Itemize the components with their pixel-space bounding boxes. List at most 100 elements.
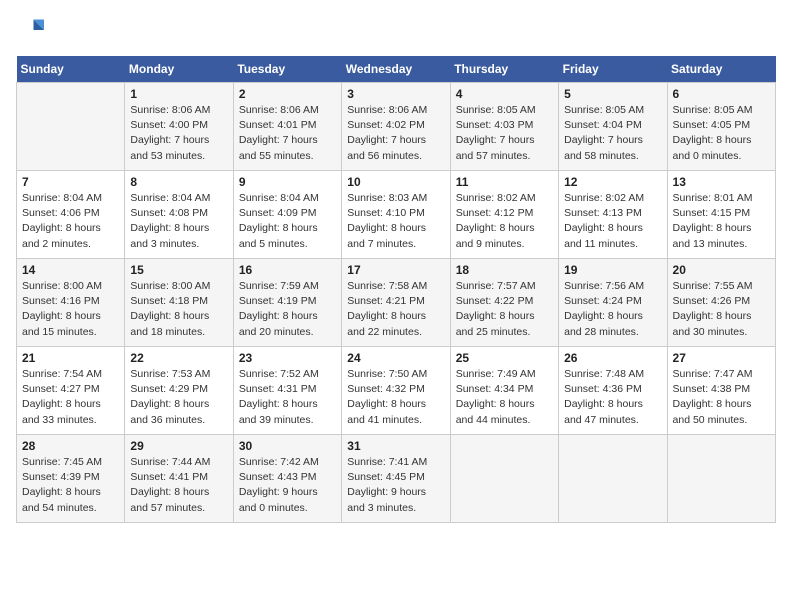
calendar-cell: 11 Sunrise: 8:02 AM Sunset: 4:12 PM Dayli… [450, 171, 558, 259]
day-number: 31 [347, 439, 444, 453]
calendar-cell: 28 Sunrise: 7:45 AM Sunset: 4:39 PM Dayli… [17, 435, 125, 523]
day-number: 2 [239, 87, 336, 101]
day-info: Sunrise: 7:53 AM Sunset: 4:29 PM Dayligh… [130, 367, 227, 428]
day-number: 19 [564, 263, 661, 277]
day-info: Sunrise: 7:56 AM Sunset: 4:24 PM Dayligh… [564, 279, 661, 340]
calendar-cell: 22 Sunrise: 7:53 AM Sunset: 4:29 PM Dayli… [125, 347, 233, 435]
day-info: Sunrise: 8:00 AM Sunset: 4:18 PM Dayligh… [130, 279, 227, 340]
calendar-week-row: 7 Sunrise: 8:04 AM Sunset: 4:06 PM Daylig… [17, 171, 776, 259]
day-info: Sunrise: 8:06 AM Sunset: 4:00 PM Dayligh… [130, 103, 227, 164]
day-number: 14 [22, 263, 119, 277]
day-header-wednesday: Wednesday [342, 56, 450, 83]
calendar-cell: 10 Sunrise: 8:03 AM Sunset: 4:10 PM Dayli… [342, 171, 450, 259]
calendar-cell: 17 Sunrise: 7:58 AM Sunset: 4:21 PM Dayli… [342, 259, 450, 347]
calendar-cell: 23 Sunrise: 7:52 AM Sunset: 4:31 PM Dayli… [233, 347, 341, 435]
day-number: 10 [347, 175, 444, 189]
day-number: 27 [673, 351, 770, 365]
calendar-cell: 24Sunrise: 7:50 AM Sunset: 4:32 PM Dayli… [342, 347, 450, 435]
day-info: Sunrise: 7:47 AM Sunset: 4:38 PM Dayligh… [673, 367, 770, 428]
calendar-cell [559, 435, 667, 523]
day-number: 11 [456, 175, 553, 189]
logo-icon [16, 16, 44, 44]
calendar-week-row: 28 Sunrise: 7:45 AM Sunset: 4:39 PM Dayli… [17, 435, 776, 523]
page-header [16, 16, 776, 44]
day-header-friday: Friday [559, 56, 667, 83]
calendar-cell: 31 Sunrise: 7:41 AM Sunset: 4:45 PM Dayli… [342, 435, 450, 523]
calendar-cell: 14 Sunrise: 8:00 AM Sunset: 4:16 PM Dayli… [17, 259, 125, 347]
day-number: 16 [239, 263, 336, 277]
day-number: 1 [130, 87, 227, 101]
day-info: Sunrise: 8:04 AM Sunset: 4:08 PM Dayligh… [130, 191, 227, 252]
day-info: Sunrise: 8:03 AM Sunset: 4:10 PM Dayligh… [347, 191, 444, 252]
day-info: Sunrise: 8:02 AM Sunset: 4:12 PM Dayligh… [456, 191, 553, 252]
day-info: Sunrise: 7:57 AM Sunset: 4:22 PM Dayligh… [456, 279, 553, 340]
day-info: Sunrise: 7:44 AM Sunset: 4:41 PM Dayligh… [130, 455, 227, 516]
day-info: Sunrise: 8:01 AM Sunset: 4:15 PM Dayligh… [673, 191, 770, 252]
day-number: 6 [673, 87, 770, 101]
calendar-cell: 13 Sunrise: 8:01 AM Sunset: 4:15 PM Dayli… [667, 171, 775, 259]
day-number: 7 [22, 175, 119, 189]
day-info: Sunrise: 7:52 AM Sunset: 4:31 PM Dayligh… [239, 367, 336, 428]
calendar-cell: 15 Sunrise: 8:00 AM Sunset: 4:18 PM Dayli… [125, 259, 233, 347]
day-number: 3 [347, 87, 444, 101]
calendar-header-row: SundayMondayTuesdayWednesdayThursdayFrid… [17, 56, 776, 83]
day-number: 5 [564, 87, 661, 101]
day-info: Sunrise: 7:42 AM Sunset: 4:43 PM Dayligh… [239, 455, 336, 516]
day-header-saturday: Saturday [667, 56, 775, 83]
day-number: 29 [130, 439, 227, 453]
calendar-cell [450, 435, 558, 523]
calendar-week-row: 1 Sunrise: 8:06 AM Sunset: 4:00 PM Daylig… [17, 83, 776, 171]
calendar-cell: 27 Sunrise: 7:47 AM Sunset: 4:38 PM Dayli… [667, 347, 775, 435]
calendar-cell [17, 83, 125, 171]
day-info: Sunrise: 8:00 AM Sunset: 4:16 PM Dayligh… [22, 279, 119, 340]
day-number: 30 [239, 439, 336, 453]
calendar-cell: 18 Sunrise: 7:57 AM Sunset: 4:22 PM Dayli… [450, 259, 558, 347]
calendar-week-row: 21 Sunrise: 7:54 AM Sunset: 4:27 PM Dayli… [17, 347, 776, 435]
day-number: 21 [22, 351, 119, 365]
day-info: Sunrise: 8:05 AM Sunset: 4:03 PM Dayligh… [456, 103, 553, 164]
day-header-monday: Monday [125, 56, 233, 83]
calendar-cell: 9Sunrise: 8:04 AM Sunset: 4:09 PM Daylig… [233, 171, 341, 259]
day-info: Sunrise: 7:41 AM Sunset: 4:45 PM Dayligh… [347, 455, 444, 516]
day-number: 20 [673, 263, 770, 277]
day-info: Sunrise: 7:58 AM Sunset: 4:21 PM Dayligh… [347, 279, 444, 340]
day-info: Sunrise: 7:55 AM Sunset: 4:26 PM Dayligh… [673, 279, 770, 340]
day-info: Sunrise: 8:06 AM Sunset: 4:01 PM Dayligh… [239, 103, 336, 164]
calendar-cell: 5Sunrise: 8:05 AM Sunset: 4:04 PM Daylig… [559, 83, 667, 171]
calendar-cell: 6 Sunrise: 8:05 AM Sunset: 4:05 PM Daylig… [667, 83, 775, 171]
calendar-cell: 25 Sunrise: 7:49 AM Sunset: 4:34 PM Dayli… [450, 347, 558, 435]
day-info: Sunrise: 8:04 AM Sunset: 4:06 PM Dayligh… [22, 191, 119, 252]
day-number: 25 [456, 351, 553, 365]
calendar-cell: 7 Sunrise: 8:04 AM Sunset: 4:06 PM Daylig… [17, 171, 125, 259]
day-number: 28 [22, 439, 119, 453]
day-info: Sunrise: 7:45 AM Sunset: 4:39 PM Dayligh… [22, 455, 119, 516]
day-number: 15 [130, 263, 227, 277]
calendar-cell: 1 Sunrise: 8:06 AM Sunset: 4:00 PM Daylig… [125, 83, 233, 171]
day-number: 22 [130, 351, 227, 365]
calendar-cell: 4Sunrise: 8:05 AM Sunset: 4:03 PM Daylig… [450, 83, 558, 171]
day-number: 24 [347, 351, 444, 365]
logo [16, 16, 48, 44]
calendar-cell: 26Sunrise: 7:48 AM Sunset: 4:36 PM Dayli… [559, 347, 667, 435]
day-info: Sunrise: 8:05 AM Sunset: 4:05 PM Dayligh… [673, 103, 770, 164]
calendar-week-row: 14 Sunrise: 8:00 AM Sunset: 4:16 PM Dayli… [17, 259, 776, 347]
calendar-cell: 3 Sunrise: 8:06 AM Sunset: 4:02 PM Daylig… [342, 83, 450, 171]
day-number: 12 [564, 175, 661, 189]
day-header-sunday: Sunday [17, 56, 125, 83]
calendar-cell: 16Sunrise: 7:59 AM Sunset: 4:19 PM Dayli… [233, 259, 341, 347]
calendar-cell: 19 Sunrise: 7:56 AM Sunset: 4:24 PM Dayli… [559, 259, 667, 347]
calendar-cell: 8 Sunrise: 8:04 AM Sunset: 4:08 PM Daylig… [125, 171, 233, 259]
day-info: Sunrise: 7:48 AM Sunset: 4:36 PM Dayligh… [564, 367, 661, 428]
day-info: Sunrise: 8:02 AM Sunset: 4:13 PM Dayligh… [564, 191, 661, 252]
day-info: Sunrise: 8:06 AM Sunset: 4:02 PM Dayligh… [347, 103, 444, 164]
day-number: 17 [347, 263, 444, 277]
calendar-cell [667, 435, 775, 523]
day-number: 18 [456, 263, 553, 277]
day-number: 8 [130, 175, 227, 189]
day-number: 23 [239, 351, 336, 365]
day-number: 13 [673, 175, 770, 189]
day-header-tuesday: Tuesday [233, 56, 341, 83]
calendar-cell: 29 Sunrise: 7:44 AM Sunset: 4:41 PM Dayli… [125, 435, 233, 523]
day-info: Sunrise: 7:54 AM Sunset: 4:27 PM Dayligh… [22, 367, 119, 428]
day-info: Sunrise: 7:49 AM Sunset: 4:34 PM Dayligh… [456, 367, 553, 428]
